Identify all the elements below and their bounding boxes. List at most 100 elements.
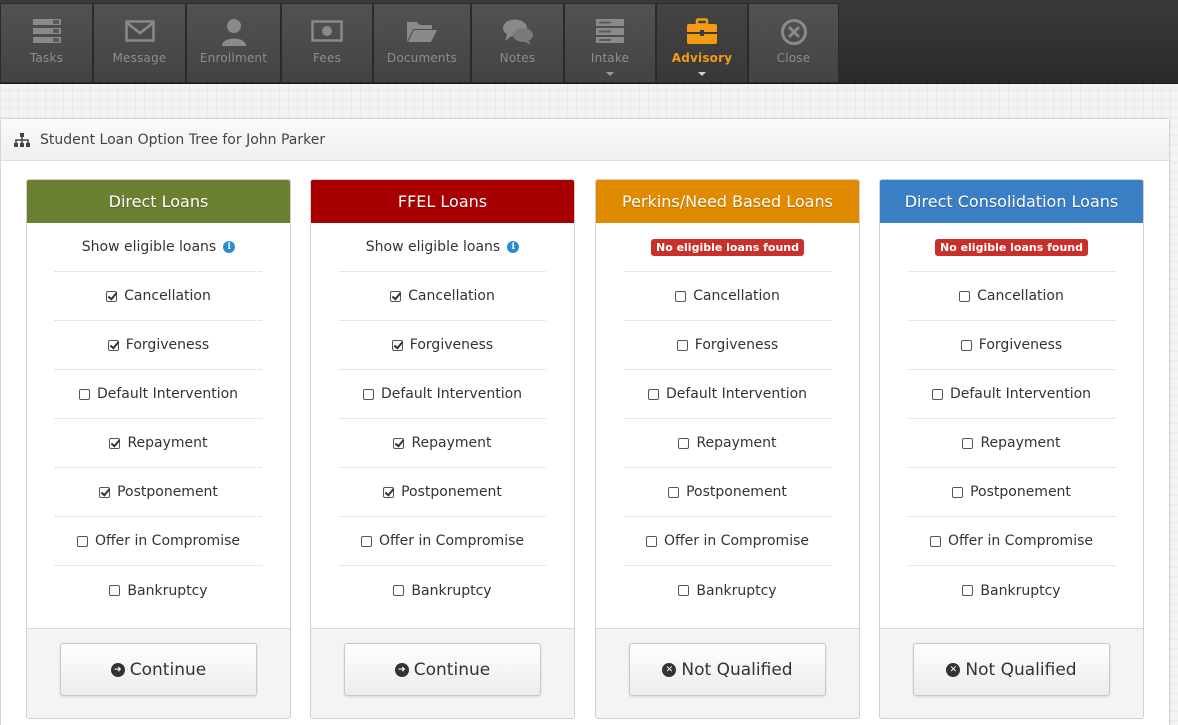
loan-option-row[interactable]: Repayment [624, 419, 831, 468]
loan-option-row[interactable]: Offer in Compromise [908, 517, 1115, 566]
continue-button[interactable]: ➜ Continue [344, 643, 541, 696]
loan-option-row[interactable]: Bankruptcy [339, 566, 546, 615]
loan-option-row[interactable]: Forgiveness [624, 321, 831, 370]
loan-option-row[interactable]: Postponement [624, 468, 831, 517]
checkbox-checked[interactable] [99, 486, 111, 498]
loan-option-row[interactable]: Cancellation [55, 272, 262, 321]
toolbar-documents[interactable]: Documents [373, 3, 471, 83]
loan-option-row[interactable]: Forgiveness [55, 321, 262, 370]
checkbox-checked[interactable] [109, 437, 121, 449]
no-eligible-badge: No eligible loans found [934, 238, 1088, 256]
loan-option-row[interactable]: Cancellation [908, 272, 1115, 321]
checkbox-unchecked[interactable] [76, 535, 88, 547]
checkbox-unchecked[interactable] [645, 535, 657, 547]
loan-option-label: Bankruptcy [980, 582, 1061, 599]
info-icon[interactable]: i [223, 241, 236, 253]
checkbox-unchecked[interactable] [362, 388, 374, 400]
loan-option-row[interactable]: Default Intervention [624, 370, 831, 419]
checkbox-unchecked[interactable] [929, 535, 941, 547]
loan-column-footer: ➜ Continue [27, 628, 290, 718]
checkbox-unchecked[interactable] [952, 486, 964, 498]
checkbox-unchecked[interactable] [360, 535, 372, 547]
toolbar-close[interactable]: Close [748, 3, 839, 83]
no-eligible-badge: No eligible loans found [650, 238, 804, 256]
loan-column-title: Direct Consolidation Loans [880, 180, 1143, 223]
loan-column-title: FFEL Loans [311, 180, 574, 223]
toolbar-label: Advisory [671, 51, 733, 65]
show-eligible-loans-link[interactable]: Show eligible loans i [339, 223, 546, 272]
checkbox-unchecked[interactable] [962, 437, 974, 449]
loan-option-row[interactable]: Repayment [908, 419, 1115, 468]
checkbox-unchecked[interactable] [678, 585, 690, 596]
loan-option-row[interactable]: Default Intervention [55, 370, 262, 419]
checkbox-checked[interactable] [106, 290, 118, 302]
loan-option-label: Default Intervention [380, 386, 523, 402]
checkbox-unchecked[interactable] [676, 339, 688, 351]
loan-option-row[interactable]: Repayment [55, 419, 262, 468]
loan-option-row[interactable]: Offer in Compromise [55, 517, 262, 566]
eligibility-status: No eligible loans found [908, 223, 1115, 272]
loan-option-label: Offer in Compromise [378, 533, 524, 549]
toolbar-label: Documents [386, 51, 458, 65]
loan-option-label: Bankruptcy [127, 582, 208, 599]
loan-option-row[interactable]: Cancellation [624, 272, 831, 321]
checkbox-checked[interactable] [391, 339, 403, 351]
loan-option-row[interactable]: Postponement [908, 468, 1115, 517]
loan-option-row[interactable]: Forgiveness [908, 321, 1115, 370]
loan-option-row[interactable]: Default Intervention [908, 370, 1115, 419]
toolbar-tasks[interactable]: Tasks [0, 3, 93, 83]
checkbox-unchecked[interactable] [668, 486, 680, 498]
loan-option-label: Postponement [686, 484, 787, 500]
loan-option-row[interactable]: Offer in Compromise [624, 517, 831, 566]
checkbox-unchecked[interactable] [78, 388, 90, 400]
loan-options-list: No eligible loans found Cancellation Forgi… [880, 223, 1143, 615]
loan-column-title: Perkins/Need Based Loans [596, 180, 859, 223]
toolbar-label: Notes [499, 51, 536, 65]
toolbar-fees[interactable]: Fees [281, 3, 373, 83]
loan-option-row[interactable]: Bankruptcy [624, 566, 831, 615]
checkbox-unchecked[interactable] [962, 585, 974, 596]
toolbar-intake[interactable]: Intake [564, 3, 656, 83]
checkbox-unchecked[interactable] [931, 388, 943, 400]
loan-option-row[interactable]: Offer in Compromise [339, 517, 546, 566]
checkbox-unchecked[interactable] [393, 585, 405, 596]
checkbox-checked[interactable] [390, 290, 402, 302]
button-label: Continue [129, 659, 207, 680]
loan-option-row[interactable]: Forgiveness [339, 321, 546, 370]
loan-column: FFEL Loans Show eligible loans i Cancellati… [310, 179, 575, 719]
checkbox-unchecked[interactable] [960, 339, 972, 351]
loan-option-row[interactable]: Repayment [339, 419, 546, 468]
toolbar-advisory[interactable]: Advisory [656, 3, 748, 83]
not-qualified-button[interactable]: ✕ Not Qualified [629, 643, 826, 696]
checkbox-unchecked[interactable] [959, 290, 971, 302]
loan-option-row[interactable]: Bankruptcy [908, 566, 1115, 615]
checkbox-checked[interactable] [107, 339, 119, 351]
show-eligible-loans-link[interactable]: Show eligible loans i [55, 223, 262, 272]
arrow-circle-right-icon: ➜ [394, 662, 409, 677]
loan-option-row[interactable]: Cancellation [339, 272, 546, 321]
loan-option-label: Forgiveness [409, 337, 494, 353]
times-circle-icon: ✕ [662, 662, 677, 677]
checkbox-unchecked[interactable] [675, 290, 687, 302]
not-qualified-button[interactable]: ✕ Not Qualified [913, 643, 1110, 696]
checkbox-unchecked[interactable] [109, 585, 121, 596]
info-icon[interactable]: i [507, 241, 520, 253]
checkbox-unchecked[interactable] [647, 388, 659, 400]
toolbar-label: Close [776, 51, 811, 65]
loan-option-label: Cancellation [124, 288, 211, 304]
toolbar-message[interactable]: Message [93, 3, 186, 83]
checkbox-unchecked[interactable] [678, 437, 690, 449]
continue-button[interactable]: ➜ Continue [60, 643, 257, 696]
loan-option-row[interactable]: Bankruptcy [55, 566, 262, 615]
loan-option-label: Bankruptcy [411, 582, 492, 599]
checkbox-checked[interactable] [383, 486, 395, 498]
loan-option-row[interactable]: Default Intervention [339, 370, 546, 419]
show-eligible-loans-label: Show eligible loans [81, 239, 217, 255]
loan-option-row[interactable]: Postponement [55, 468, 262, 517]
toolbar-enrollment[interactable]: Enrollment [186, 3, 281, 83]
loan-option-row[interactable]: Postponement [339, 468, 546, 517]
loan-option-label: Forgiveness [694, 337, 779, 353]
checkbox-checked[interactable] [393, 437, 405, 449]
toolbar-notes[interactable]: Notes [471, 3, 564, 83]
toolbar-label: Tasks [29, 51, 64, 65]
